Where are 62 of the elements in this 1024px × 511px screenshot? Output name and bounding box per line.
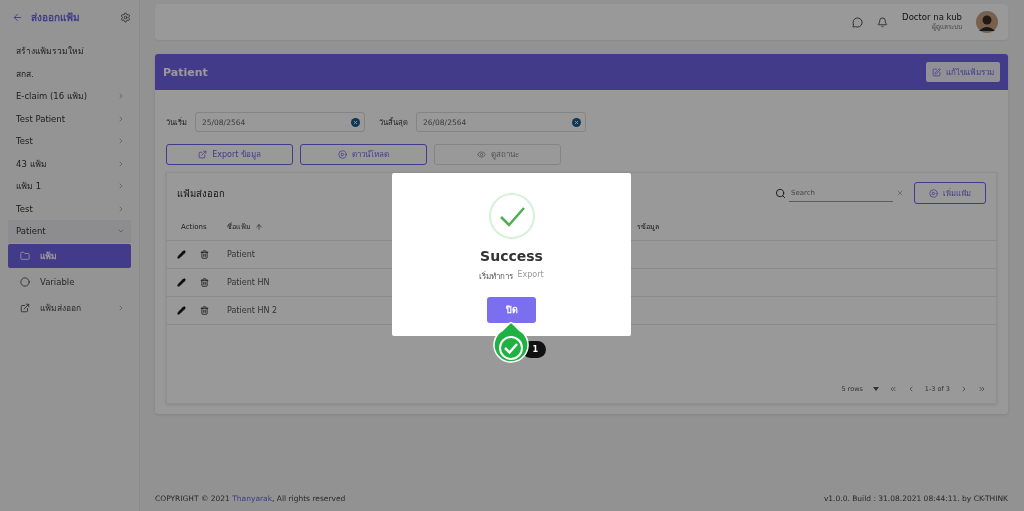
sidebar-item[interactable]: Test	[8, 130, 131, 153]
sidebar-item[interactable]: แฟ้ม 1	[8, 175, 131, 198]
folder-icon	[20, 250, 30, 261]
bell-icon[interactable]	[877, 16, 889, 28]
chat-icon[interactable]	[852, 16, 864, 28]
caret-icon[interactable]	[872, 387, 879, 391]
clear-icon[interactable]	[572, 117, 581, 127]
chevron-right-icon	[117, 303, 125, 312]
chevron-right-icon	[117, 114, 125, 123]
external-link-icon	[198, 150, 208, 159]
chevron-right-icon	[117, 159, 125, 168]
sidebar-item[interactable]: สกส.	[8, 62, 131, 85]
chevron-right-icon	[117, 137, 125, 146]
sidebar-item[interactable]: Patient	[8, 220, 131, 243]
sidebar-subitem[interactable]: Variable	[8, 269, 131, 294]
edit-icon[interactable]	[177, 306, 186, 315]
back-icon[interactable]	[12, 11, 23, 23]
external-link-icon	[20, 302, 30, 313]
trash-icon[interactable]	[200, 278, 209, 287]
eye-icon	[476, 150, 486, 159]
settings-icon[interactable]	[120, 11, 131, 23]
action-button[interactable]: ดาวน์โหลด	[300, 144, 427, 165]
action-button[interactable]: Export ข้อมูล	[166, 144, 293, 165]
first-page-icon[interactable]	[888, 385, 897, 393]
sidebar-item[interactable]: E-claim (16 แฟ้ม)	[8, 85, 131, 108]
dialog-message: เริ่มทำการ	[479, 270, 514, 283]
edit-icon	[932, 67, 941, 77]
user-name: Doctor na kub	[902, 12, 962, 22]
table-cell: Patient HN 2	[227, 306, 278, 315]
sidebar-item[interactable]: Test	[8, 197, 131, 220]
panel-title: Patient	[163, 65, 208, 79]
table-cell: Patient	[227, 250, 255, 259]
chevron-right-icon	[117, 92, 125, 101]
clear-icon[interactable]	[351, 117, 360, 127]
table-title: แฟ้มส่งออก	[177, 186, 226, 201]
trash-icon[interactable]	[200, 250, 209, 259]
edit-icon[interactable]	[177, 250, 186, 259]
edit-button[interactable]: แก้ไขแฟ้มรวม	[926, 62, 1000, 82]
next-page-icon[interactable]	[960, 385, 968, 393]
play-circle-icon	[338, 150, 347, 159]
tour-check-marker-icon[interactable]	[493, 322, 529, 366]
search-icon	[775, 187, 786, 199]
trash-icon[interactable]	[200, 306, 209, 315]
sidebar-subitem[interactable]: แฟ้ม	[8, 243, 131, 268]
circle-icon	[20, 276, 30, 287]
dialog-message-value: Export	[517, 270, 544, 281]
close-button[interactable]: ปิด	[487, 297, 536, 323]
edit-icon[interactable]	[177, 278, 186, 287]
avatar-icon[interactable]	[976, 11, 998, 33]
success-check-icon	[488, 193, 535, 239]
table-cell: Patient HN	[227, 278, 270, 287]
dialog-title: Success	[480, 248, 543, 264]
sidebar-item[interactable]: Test Patient	[8, 107, 131, 130]
sidebar-item[interactable]: 43 แฟ้ม	[8, 152, 131, 175]
chevron-right-icon	[117, 204, 125, 213]
play-circle-icon	[929, 188, 938, 198]
sidebar-title: ส่งออกแฟ้ม	[31, 10, 81, 25]
sidebar-subitem[interactable]: แฟ้มส่งออก	[8, 295, 131, 320]
last-page-icon[interactable]	[978, 385, 986, 393]
sidebar-item[interactable]: สร้างแฟ้มรวมใหม่	[8, 40, 131, 63]
chevron-right-icon	[117, 182, 125, 191]
sort-arrow-icon	[255, 222, 263, 231]
